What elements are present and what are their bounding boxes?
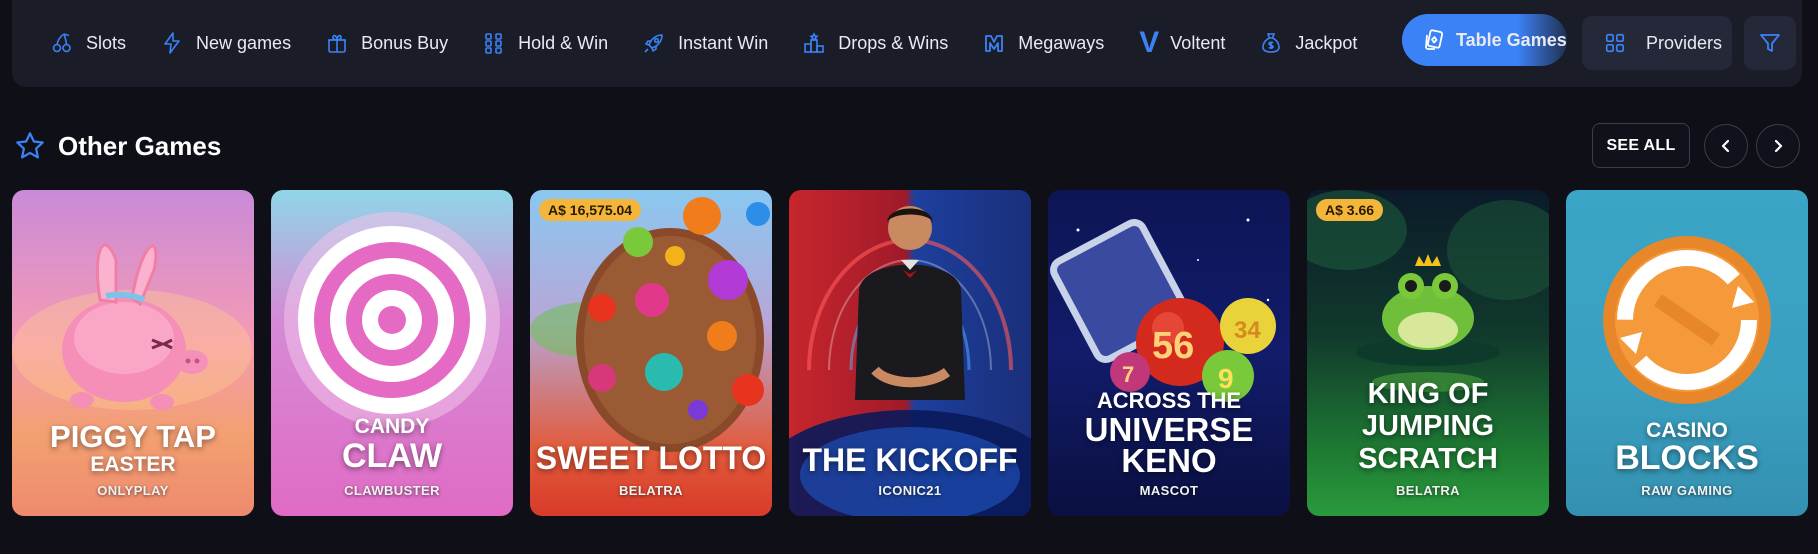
lightning-icon <box>160 31 184 55</box>
nav-label: Table Games <box>1456 29 1567 50</box>
see-all-button[interactable]: SEE ALL <box>1592 123 1690 168</box>
game-card-casino-blocks[interactable]: CASINO BLOCKS RAW GAMING <box>1566 190 1808 516</box>
nav-label: New games <box>196 32 292 53</box>
svg-text:7: 7 <box>1122 362 1134 387</box>
game-title-line: ACROSS THE <box>1096 388 1242 413</box>
game-title-line: CANDY <box>354 415 430 438</box>
section-header: Other Games <box>14 130 221 162</box>
jackpot-badge: A$ 3.66 <box>1316 199 1384 221</box>
game-provider: CLAWBUSTER <box>344 483 440 498</box>
game-provider: RAW GAMING <box>1641 483 1733 498</box>
nav-label: Hold & Win <box>518 32 609 53</box>
game-provider: BELATRA <box>1396 483 1460 498</box>
game-card-the-kickoff[interactable]: THE KICKOFF ICONIC21 <box>789 190 1031 516</box>
nav-item-bonus-buy[interactable]: Bonus Buy <box>311 20 468 66</box>
jackpot-badge: A$ 16,575.04 <box>539 199 642 221</box>
rocket-icon <box>642 31 666 55</box>
nav-item-megaways[interactable]: Megaways <box>968 20 1124 66</box>
game-card-king-of-jumping-scratch[interactable]: A$ 3.66 KING OF JUMPING SCRATCH BELATRA <box>1307 190 1549 516</box>
game-title-line: KING OF <box>1367 378 1489 410</box>
game-card-piggy-tap-easter[interactable]: PIGGY TAP EASTER ONLYPLAY <box>12 190 254 516</box>
podium-icon <box>802 31 826 55</box>
category-list: Slots New games Bonus Buy Hold & Win Ins… <box>46 20 1377 66</box>
gift-icon <box>325 31 349 55</box>
nav-label: Drops & Wins <box>838 32 949 53</box>
money-bag-icon <box>1259 31 1283 55</box>
providers-button[interactable]: Providers <box>1582 16 1732 70</box>
svg-text:56: 56 <box>1152 325 1194 367</box>
grid-squares-icon <box>1604 32 1626 54</box>
section-title: Other Games <box>58 130 222 161</box>
providers-label: Providers <box>1646 32 1723 53</box>
nav-item-instant-win[interactable]: Instant Win <box>628 20 788 66</box>
nav-label: Megaways <box>1018 32 1105 53</box>
cards-icon <box>1422 28 1446 52</box>
chevron-left-icon <box>1721 139 1730 153</box>
game-title-line: CLAW <box>341 437 443 475</box>
game-card-candy-claw[interactable]: CANDY CLAW CLAWBUSTER <box>271 190 513 516</box>
game-card-across-the-universe-keno[interactable]: 56 34 9 7 ACROSS THE UNIVERSE KENO MASCO… <box>1048 190 1290 516</box>
game-title-line: JUMPING <box>1361 410 1495 442</box>
nav-label: Voltent <box>1170 32 1226 53</box>
voltent-v-icon: V <box>1139 26 1160 59</box>
carousel-next-button[interactable] <box>1756 124 1800 168</box>
filter-button[interactable] <box>1744 16 1796 70</box>
game-title-line: EASTER <box>90 453 176 476</box>
nav-item-jackpot[interactable]: Jackpot <box>1245 20 1377 66</box>
game-provider: BELATRA <box>619 483 683 498</box>
game-provider: ICONIC21 <box>878 483 942 498</box>
nav-item-new-games[interactable]: New games <box>146 20 311 66</box>
game-provider: MASCOT <box>1139 483 1199 498</box>
game-title-line: SWEET LOTTO <box>535 440 767 476</box>
game-title-line: THE KICKOFF <box>802 442 1018 478</box>
game-provider: ONLYPLAY <box>97 483 169 498</box>
game-title-line: PIGGY TAP <box>50 419 216 454</box>
svg-text:34: 34 <box>1234 317 1261 344</box>
game-title-line: KENO <box>1121 442 1217 479</box>
nav-label: Slots <box>86 32 127 53</box>
megaways-m-icon <box>982 31 1006 55</box>
nav-item-voltent[interactable]: V Voltent <box>1124 20 1245 66</box>
nav-item-drops-wins[interactable]: Drops & Wins <box>788 20 968 66</box>
nav-item-table-games[interactable]: Table Games <box>1402 14 1567 66</box>
star-icon <box>16 132 44 159</box>
nav-item-hold-win[interactable]: Hold & Win <box>468 20 628 66</box>
filter-icon <box>1760 34 1780 52</box>
game-card-sweet-lotto[interactable]: A$ 16,575.04 SWEET LOTTO BELATRA <box>530 190 772 516</box>
game-title-line: SCRATCH <box>1358 443 1498 475</box>
category-nav: Slots New games Bonus Buy Hold & Win Ins… <box>12 0 1802 87</box>
nav-label: Instant Win <box>678 32 769 53</box>
chevron-right-icon <box>1774 139 1783 153</box>
nav-label: Bonus Buy <box>361 32 449 53</box>
carousel-prev-button[interactable] <box>1704 124 1748 168</box>
nav-label: Jackpot <box>1295 32 1358 53</box>
game-title-line: BLOCKS <box>1615 439 1759 477</box>
nav-item-slots[interactable]: Slots <box>46 20 146 66</box>
grid-dots-icon <box>482 31 506 55</box>
cherries-icon <box>50 31 74 55</box>
